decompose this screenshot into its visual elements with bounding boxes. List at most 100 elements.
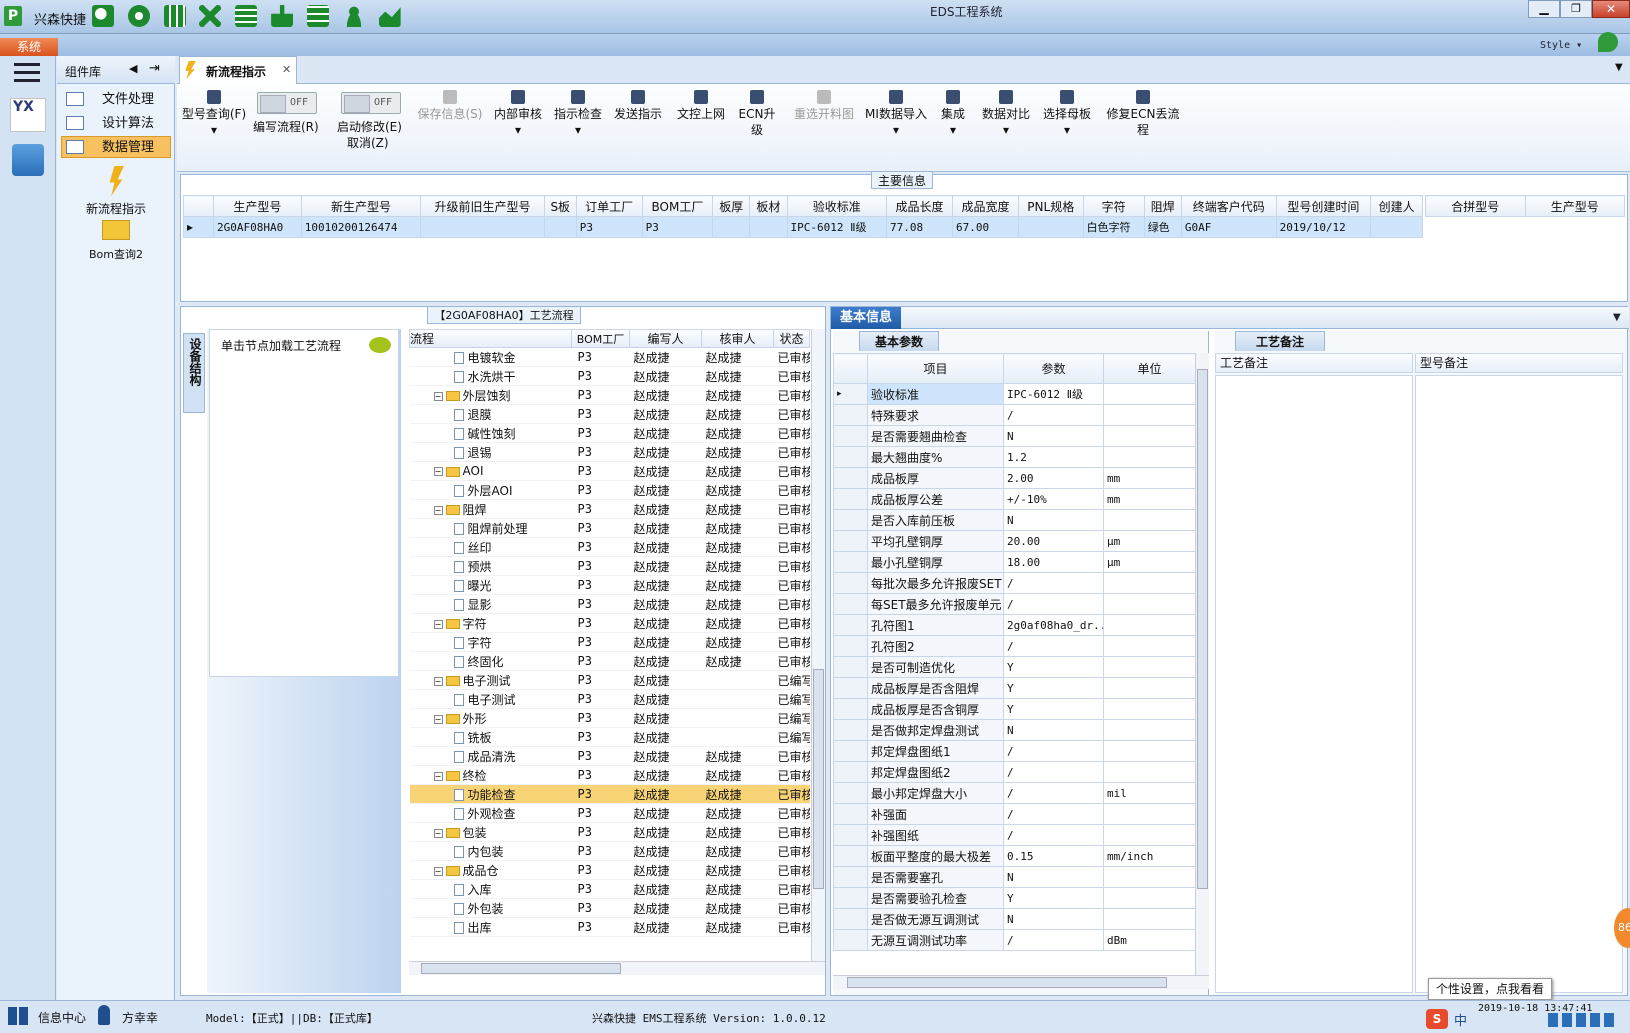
tree-node[interactable]: 退膜: [409, 404, 572, 424]
column-header[interactable]: 状态: [773, 329, 810, 348]
row-selector[interactable]: [833, 530, 868, 552]
tree-node[interactable]: 外层AOI: [409, 480, 572, 500]
tree-row[interactable]: 曝光P3赵成捷赵成捷已审核: [409, 575, 810, 595]
param-row[interactable]: 是否做无源互调测试 N: [833, 908, 1195, 930]
param-row[interactable]: 是否可制造优化 Y: [833, 656, 1195, 678]
collapse-icon[interactable]: −: [433, 771, 443, 781]
tab-close-icon[interactable]: ✕: [282, 63, 291, 76]
table-cell[interactable]: G0AF: [1180, 216, 1277, 238]
collapse-icon[interactable]: −: [433, 828, 443, 838]
yx-app-icon[interactable]: YX: [10, 98, 46, 132]
param-value[interactable]: /: [1003, 803, 1104, 825]
tree-node[interactable]: − 字符: [409, 613, 572, 633]
param-value[interactable]: IPC-6012 Ⅱ级: [1003, 383, 1104, 405]
collapse-icon[interactable]: −: [433, 676, 443, 686]
param-row[interactable]: 无源互调测试功率 / dBm: [833, 929, 1195, 951]
collapse-icon[interactable]: −: [433, 866, 443, 876]
param-unit[interactable]: mil: [1103, 782, 1195, 804]
column-header[interactable]: 流程: [409, 329, 572, 348]
grid-icon[interactable]: [163, 5, 186, 27]
tree-row[interactable]: 显影P3赵成捷赵成捷已审核: [409, 594, 810, 614]
tree-node[interactable]: − 电子测试: [409, 670, 572, 690]
nav-item-data-management[interactable]: 数据管理: [61, 136, 171, 158]
params-vertical-scrollbar[interactable]: [1195, 353, 1209, 975]
row-selector[interactable]: [833, 698, 868, 720]
tree-node[interactable]: 碱性蚀刻: [409, 423, 572, 443]
tree-row[interactable]: 字符P3赵成捷赵成捷已审核: [409, 632, 810, 652]
write-process-toggle[interactable]: OFF: [257, 92, 317, 114]
tree-node[interactable]: 成品清洗: [409, 746, 572, 766]
start-modify-toggle[interactable]: OFF: [341, 92, 401, 114]
tree-row[interactable]: 阻焊前处理P3赵成捷赵成捷已审核: [409, 518, 810, 538]
collapse-icon[interactable]: −: [433, 714, 443, 724]
param-row[interactable]: 特殊要求 /: [833, 404, 1195, 426]
ime-language[interactable]: 中: [1454, 1010, 1467, 1029]
row-selector[interactable]: [833, 614, 868, 636]
save-info-button[interactable]: 保存信息(S): [417, 90, 483, 122]
column-header[interactable]: 核审人: [701, 329, 774, 348]
param-row[interactable]: 孔符图1 2g0af08ha0_dr...: [833, 614, 1195, 636]
tree-row[interactable]: 入库P3赵成捷赵成捷已审核: [409, 879, 810, 899]
phone-icon[interactable]: [1598, 32, 1618, 52]
table-icon[interactable]: [306, 5, 329, 27]
style-selector[interactable]: Style ▾: [1540, 40, 1582, 51]
column-header[interactable]: 创建人: [1370, 195, 1423, 217]
column-header[interactable]: 验收标准: [786, 195, 888, 217]
restore-button[interactable]: ❐: [1560, 0, 1592, 18]
param-value[interactable]: +/-10%: [1003, 488, 1104, 510]
param-row[interactable]: 板面平整度的最大极差 0.15 mm/inch: [833, 845, 1195, 867]
tree-node[interactable]: 电镀软金: [409, 347, 572, 367]
table-cell[interactable]: [543, 216, 577, 238]
tree-node[interactable]: − 终检: [409, 765, 572, 785]
tree-row[interactable]: −包装P3赵成捷赵成捷已审核: [409, 822, 810, 842]
param-row[interactable]: 最小孔壁铜厚 18.00 μm: [833, 551, 1195, 573]
param-unit[interactable]: [1103, 677, 1195, 699]
column-header[interactable]: 升级前旧生产型号: [420, 195, 545, 217]
system-menu-tab[interactable]: 系统: [0, 38, 58, 56]
tree-row[interactable]: −终检P3赵成捷赵成捷已审核: [409, 765, 810, 785]
tree-node[interactable]: 阻焊前处理: [409, 518, 572, 538]
column-header[interactable]: BOM工厂: [641, 195, 714, 217]
param-value[interactable]: 2g0af08ha0_dr...: [1003, 614, 1104, 636]
tree-row[interactable]: 外包装P3赵成捷赵成捷已审核: [409, 898, 810, 918]
tree-row[interactable]: 出库P3赵成捷赵成捷已审核: [409, 917, 810, 937]
tree-node[interactable]: 铣板: [409, 727, 572, 747]
column-header[interactable]: 参数: [1003, 353, 1104, 384]
row-selector[interactable]: [833, 929, 868, 951]
param-value[interactable]: 18.00: [1003, 551, 1104, 573]
table-cell[interactable]: P3: [641, 216, 714, 238]
row-selector[interactable]: [833, 404, 868, 426]
quick-new-process[interactable]: 新流程指示: [57, 164, 175, 218]
tree-node[interactable]: 字符: [409, 632, 572, 652]
tree-row[interactable]: 外层AOIP3赵成捷赵成捷已审核: [409, 480, 810, 500]
param-value[interactable]: /: [1003, 929, 1104, 951]
integrate-button[interactable]: 集成 ▾: [933, 90, 973, 138]
tree-row[interactable]: 预烘P3赵成捷赵成捷已审核: [409, 556, 810, 576]
param-unit[interactable]: mm: [1103, 488, 1195, 510]
param-row[interactable]: 是否需要翘曲检查 N: [833, 425, 1195, 447]
tree-node[interactable]: 入库: [409, 879, 572, 899]
tab-dropdown-icon[interactable]: ▼: [1615, 62, 1623, 73]
param-value[interactable]: 1.2: [1003, 446, 1104, 468]
node-list[interactable]: [209, 329, 399, 677]
row-selector[interactable]: [833, 509, 868, 531]
tree-row[interactable]: −字符P3赵成捷赵成捷已审核: [409, 613, 810, 633]
param-value[interactable]: N: [1003, 908, 1104, 930]
sogou-ime-icon[interactable]: S: [1426, 1009, 1448, 1029]
table-cell[interactable]: [1017, 216, 1084, 238]
param-unit[interactable]: [1103, 593, 1195, 615]
row-selector[interactable]: [833, 446, 868, 468]
param-row[interactable]: 补强面 /: [833, 803, 1195, 825]
param-unit[interactable]: [1103, 824, 1195, 846]
row-selector[interactable]: [833, 488, 868, 510]
param-row[interactable]: 邦定焊盘图纸2/: [833, 761, 1195, 783]
tree-node[interactable]: 电子测试: [409, 689, 572, 709]
row-selector[interactable]: [833, 656, 868, 678]
tree-node[interactable]: − 阻焊: [409, 499, 572, 519]
param-value[interactable]: N: [1003, 719, 1104, 741]
data-compare-button[interactable]: 数据对比 ▾: [979, 90, 1033, 138]
tree-row[interactable]: 铣板 P3赵成捷 已编写: [409, 727, 810, 747]
table-cell[interactable]: [712, 216, 751, 238]
table-cell[interactable]: [749, 216, 788, 238]
param-unit[interactable]: [1103, 803, 1195, 825]
